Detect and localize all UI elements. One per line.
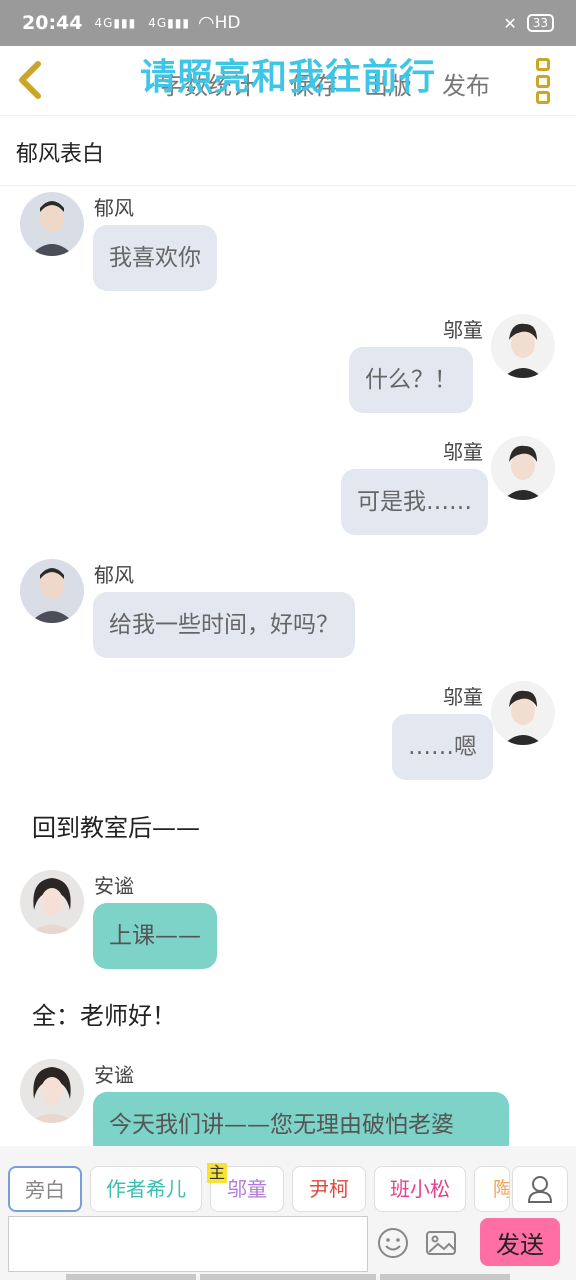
role-chip-yinke[interactable]: 尹柯 (292, 1166, 366, 1212)
narration-text[interactable]: 全：老师好！ (32, 996, 176, 1031)
avatar-yufeng[interactable] (20, 559, 84, 623)
avatar-wutong[interactable] (491, 436, 555, 500)
role-chip-wutong[interactable]: 主 邬童 (207, 1163, 284, 1212)
nav-hint (66, 1274, 196, 1280)
cell-signal-icon: 4G▮▮▮ (94, 16, 137, 30)
avatar-wutong[interactable] (491, 681, 555, 745)
speaker-name: 邬童 (443, 440, 483, 464)
speaker-name: 邬童 (443, 318, 483, 342)
speaker-name: 安谧 (94, 1063, 134, 1087)
more-vertical-icon[interactable] (536, 58, 552, 104)
status-bar: 20:44 4G▮▮▮ 4G▮▮▮ ◠ HD ✕ 33 (0, 0, 576, 46)
story-title: 郁风表白 (0, 116, 576, 186)
vibrate-off-icon: ✕ (503, 13, 517, 33)
speaker-name: 安谧 (94, 874, 134, 898)
chevron-left-icon[interactable] (14, 60, 50, 100)
wifi-icon: ◠ (197, 12, 215, 34)
message-input[interactable] (8, 1216, 368, 1272)
message-bubble[interactable]: 可是我…… (341, 469, 488, 535)
message-bubble[interactable]: 什么？！ (349, 347, 473, 413)
role-chip-banxiaosong[interactable]: 班小松 (374, 1166, 466, 1212)
wifi-label: HD (214, 13, 241, 33)
user-icon[interactable] (512, 1166, 568, 1212)
battery-indicator: 33 (526, 14, 554, 32)
role-chip-narrator[interactable]: 旁白 (8, 1166, 82, 1212)
avatar-anmi[interactable] (20, 1059, 84, 1123)
nav-hint (380, 1274, 510, 1280)
image-icon[interactable] (424, 1226, 458, 1260)
message-bubble[interactable]: 上课—— (93, 903, 217, 969)
avatar-wutong[interactable] (491, 314, 555, 378)
speaker-name: 邬童 (443, 685, 483, 709)
avatar-yufeng[interactable] (20, 192, 84, 256)
cell-signal-icon-2: 4G▮▮▮ (148, 16, 190, 30)
overlay-title: 请照亮和我往前行 (140, 57, 437, 98)
role-chip-tao[interactable]: 陶 (474, 1166, 510, 1212)
speaker-name: 郁风 (94, 563, 134, 587)
narration-text[interactable]: 回到教室后—— (32, 808, 200, 843)
nav-hint (200, 1274, 376, 1280)
top-toolbar: 字数统计 保存 出版 发布 请照亮和我往前行 (0, 46, 576, 116)
message-bubble[interactable]: 我喜欢你 (93, 225, 217, 291)
role-chip-author[interactable]: 作者希儿 (90, 1166, 202, 1212)
send-button[interactable]: 发送 (480, 1218, 560, 1266)
message-input-bar: 发送 (0, 1214, 576, 1280)
publish-button[interactable]: 发布 (442, 66, 490, 101)
status-time: 20:44 (22, 12, 83, 34)
emoji-icon[interactable] (376, 1226, 410, 1260)
main-role-badge: 主 (207, 1163, 228, 1183)
message-bubble[interactable]: ……嗯 (392, 714, 493, 780)
message-bubble[interactable]: 给我一些时间，好吗？ (93, 592, 355, 658)
avatar-anmi[interactable] (20, 870, 84, 934)
role-selector-bar: 旁白 作者希儿 主 邬童 尹柯 班小松 陶 (0, 1146, 576, 1214)
speaker-name: 郁风 (94, 196, 134, 220)
